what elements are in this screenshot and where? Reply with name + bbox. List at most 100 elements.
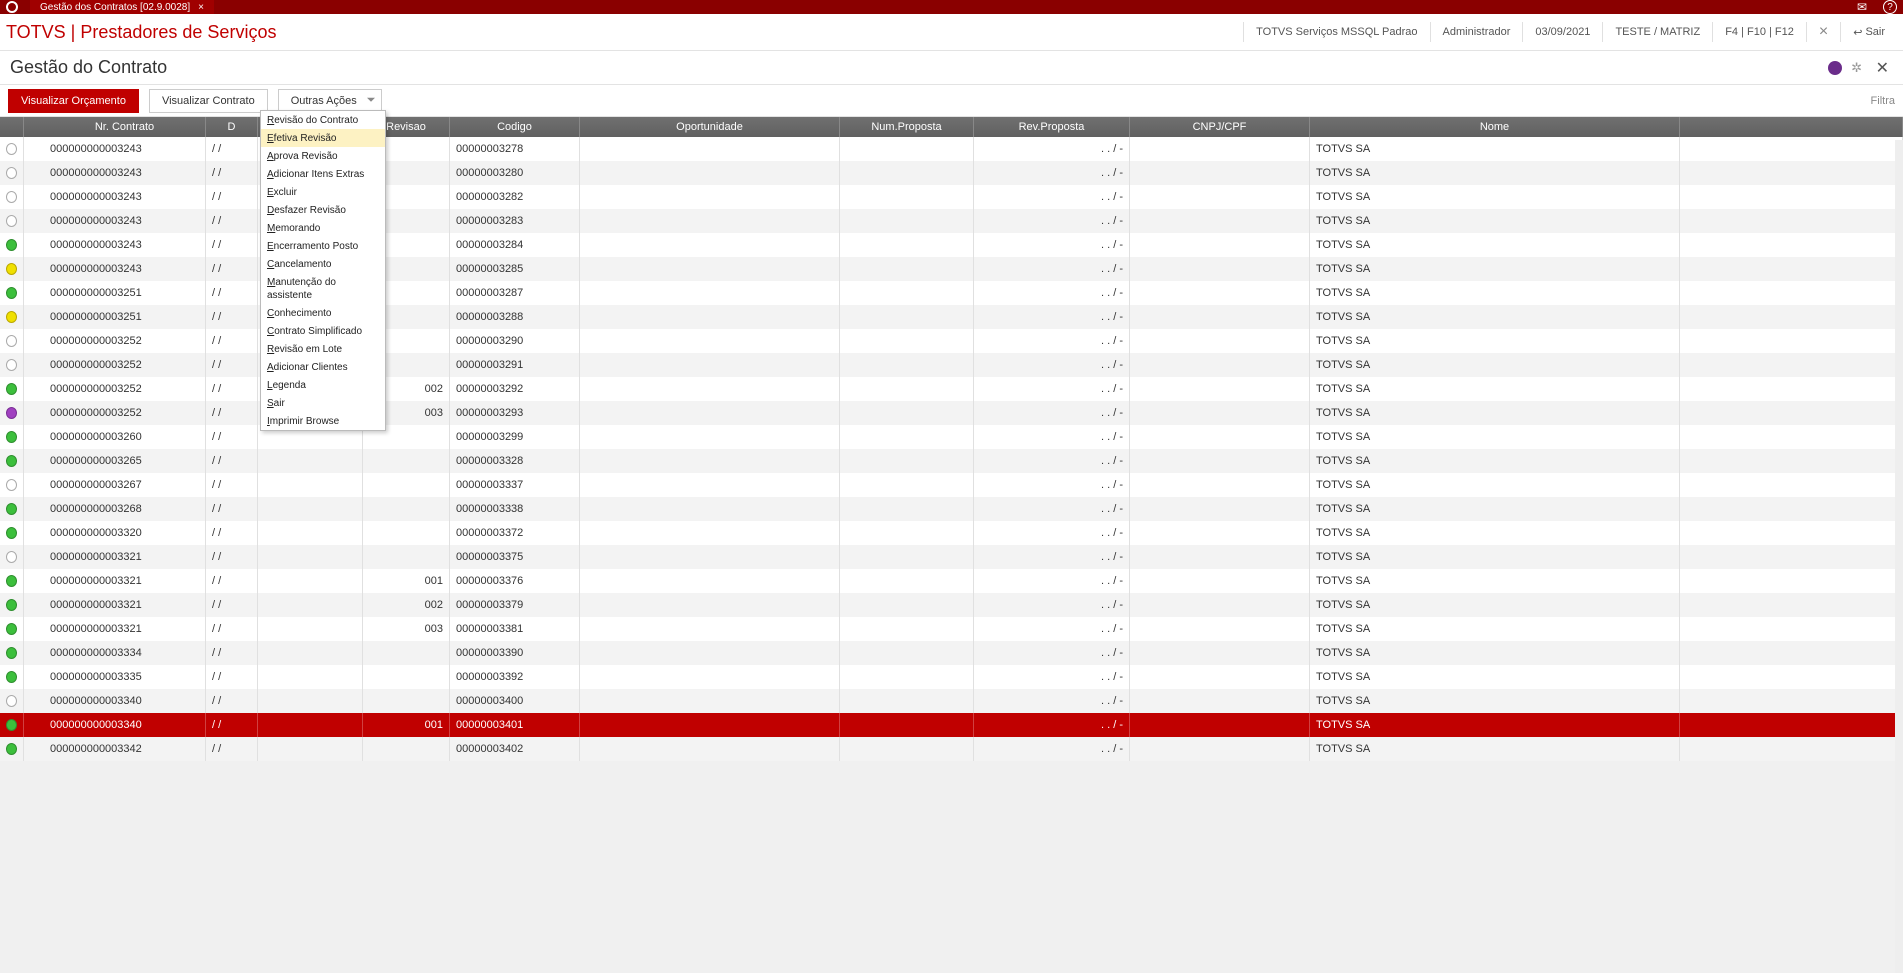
menu-item[interactable]: Manutenção do assistente	[261, 273, 385, 304]
col-codigo[interactable]: Codigo	[450, 117, 580, 137]
cell-nome: TOTVS SA	[1310, 233, 1680, 257]
cell-blank	[258, 689, 363, 713]
table-row[interactable]: 000000000003321/ /00300000003381. . / -T…	[0, 617, 1903, 641]
cell-cnpj	[1130, 377, 1310, 401]
cell-nr: 000000000003267	[24, 473, 206, 497]
cell-revisao: 001	[363, 713, 450, 737]
cell-oportunidade	[580, 545, 840, 569]
cell-nr: 000000000003268	[24, 497, 206, 521]
close-panel-icon[interactable]: ✕	[1872, 58, 1893, 78]
outras-acoes-dropdown[interactable]: Outras Ações	[278, 89, 382, 113]
cell-rev-proposta: . . / -	[974, 377, 1130, 401]
menu-item[interactable]: Revisão em Lote	[261, 340, 385, 358]
cell-oportunidade	[580, 305, 840, 329]
filtrar-link[interactable]: Filtra	[1871, 95, 1895, 107]
table-row[interactable]: 000000000003321/ /00100000003376. . / -T…	[0, 569, 1903, 593]
cell-rev-proposta: . . / -	[974, 689, 1130, 713]
table-row[interactable]: 000000000003334/ /00000003390. . / -TOTV…	[0, 641, 1903, 665]
cell-rev-proposta: . . / -	[974, 449, 1130, 473]
vertical-scrollbar[interactable]	[1895, 140, 1903, 973]
outras-acoes-label: Outras Ações	[291, 95, 357, 107]
menu-item[interactable]: Encerramento Posto	[261, 237, 385, 255]
cell-status	[0, 617, 24, 641]
cell-rev-proposta: . . / -	[974, 329, 1130, 353]
cell-blank	[258, 617, 363, 641]
menu-item[interactable]: Sair	[261, 394, 385, 412]
col-status[interactable]	[0, 117, 24, 137]
menu-item[interactable]: Cancelamento	[261, 255, 385, 273]
menu-item[interactable]: Revisão do Contrato	[261, 111, 385, 129]
table-row[interactable]: 000000000003340/ /00000003400. . / -TOTV…	[0, 689, 1903, 713]
cell-rev-proposta: . . / -	[974, 497, 1130, 521]
close-tab-icon[interactable]: ×	[198, 2, 204, 13]
header-right: TOTVS Serviços MSSQL Padrao Administrado…	[1243, 22, 1897, 42]
cell-blank	[258, 737, 363, 761]
col-num-proposta[interactable]: Num.Proposta	[840, 117, 974, 137]
cell-cnpj	[1130, 425, 1310, 449]
cell-nome: TOTVS SA	[1310, 641, 1680, 665]
table-row[interactable]: 000000000003268/ /00000003338. . / -TOTV…	[0, 497, 1903, 521]
status-circle-icon	[6, 695, 17, 707]
table-row[interactable]: 000000000003267/ /00000003337. . / -TOTV…	[0, 473, 1903, 497]
menu-item[interactable]: Desfazer Revisão	[261, 201, 385, 219]
table-row[interactable]: 000000000003320/ /00000003372. . / -TOTV…	[0, 521, 1903, 545]
visualizar-contrato-button[interactable]: Visualizar Contrato	[149, 89, 268, 113]
col-oportunidade[interactable]: Oportunidade	[580, 117, 840, 137]
menu-item[interactable]: Excluir	[261, 183, 385, 201]
cell-cnpj	[1130, 665, 1310, 689]
table-row[interactable]: 000000000003340/ /00100000003401. . / -T…	[0, 713, 1903, 737]
help-icon[interactable]: ?	[1883, 0, 1897, 14]
cell-status	[0, 545, 24, 569]
cell-cnpj	[1130, 569, 1310, 593]
cell-spacer	[1680, 401, 1903, 425]
cell-spacer	[1680, 617, 1903, 641]
menu-item[interactable]: Memorando	[261, 219, 385, 237]
exit-label: Sair	[1865, 26, 1885, 38]
cell-nr: 000000000003340	[24, 689, 206, 713]
cell-nr: 000000000003252	[24, 377, 206, 401]
col-nr-contrato[interactable]: Nr. Contrato	[24, 117, 206, 137]
cell-oportunidade	[580, 161, 840, 185]
menu-item[interactable]: Imprimir Browse	[261, 412, 385, 430]
outras-acoes-menu: Revisão do ContratoEfetiva RevisãoAprova…	[260, 110, 386, 431]
gear-icon[interactable]: ✲	[1850, 61, 1864, 75]
col-nome[interactable]: Nome	[1310, 117, 1680, 137]
cell-oportunidade	[580, 137, 840, 161]
menu-item[interactable]: Efetiva Revisão	[261, 129, 385, 147]
status-badge[interactable]	[1828, 61, 1842, 75]
exit-button[interactable]: ↩ Sair	[1840, 22, 1897, 42]
mail-icon[interactable]: ✉	[1855, 0, 1869, 14]
table-row[interactable]: 000000000003342/ /00000003402. . / -TOTV…	[0, 737, 1903, 761]
visualizar-orcamento-button[interactable]: Visualizar Orçamento	[8, 89, 139, 113]
cell-oportunidade	[580, 353, 840, 377]
cell-status	[0, 305, 24, 329]
cell-cnpj	[1130, 449, 1310, 473]
menu-item[interactable]: Legenda	[261, 376, 385, 394]
cell-codigo: 00000003299	[450, 425, 580, 449]
tab-gestao-contratos[interactable]: Gestão dos Contratos [02.9.0028] ×	[30, 0, 214, 14]
cell-dt: / /	[206, 617, 258, 641]
table-row[interactable]: 000000000003265/ /00000003328. . / -TOTV…	[0, 449, 1903, 473]
cell-oportunidade	[580, 209, 840, 233]
cell-blank	[258, 641, 363, 665]
menu-item[interactable]: Adicionar Clientes	[261, 358, 385, 376]
menu-item[interactable]: Adicionar Itens Extras	[261, 165, 385, 183]
col-cnpj-cpf[interactable]: CNPJ/CPF	[1130, 117, 1310, 137]
table-row[interactable]: 000000000003335/ /00000003392. . / -TOTV…	[0, 665, 1903, 689]
cell-status	[0, 161, 24, 185]
col-rev-proposta[interactable]: Rev.Proposta	[974, 117, 1130, 137]
close-icon[interactable]: ×	[1806, 22, 1840, 42]
cell-codigo: 00000003375	[450, 545, 580, 569]
menu-item[interactable]: Conhecimento	[261, 304, 385, 322]
menu-item[interactable]: Contrato Simplificado	[261, 322, 385, 340]
cell-spacer	[1680, 569, 1903, 593]
menu-item[interactable]: Aprova Revisão	[261, 147, 385, 165]
cell-rev-proposta: . . / -	[974, 137, 1130, 161]
table-row[interactable]: 000000000003321/ /00000003375. . / -TOTV…	[0, 545, 1903, 569]
cell-num-proposta	[840, 713, 974, 737]
col-dt[interactable]: D	[206, 117, 258, 137]
cell-dt: / /	[206, 689, 258, 713]
table-row[interactable]: 000000000003321/ /00200000003379. . / -T…	[0, 593, 1903, 617]
cell-spacer	[1680, 353, 1903, 377]
cell-rev-proposta: . . / -	[974, 545, 1130, 569]
